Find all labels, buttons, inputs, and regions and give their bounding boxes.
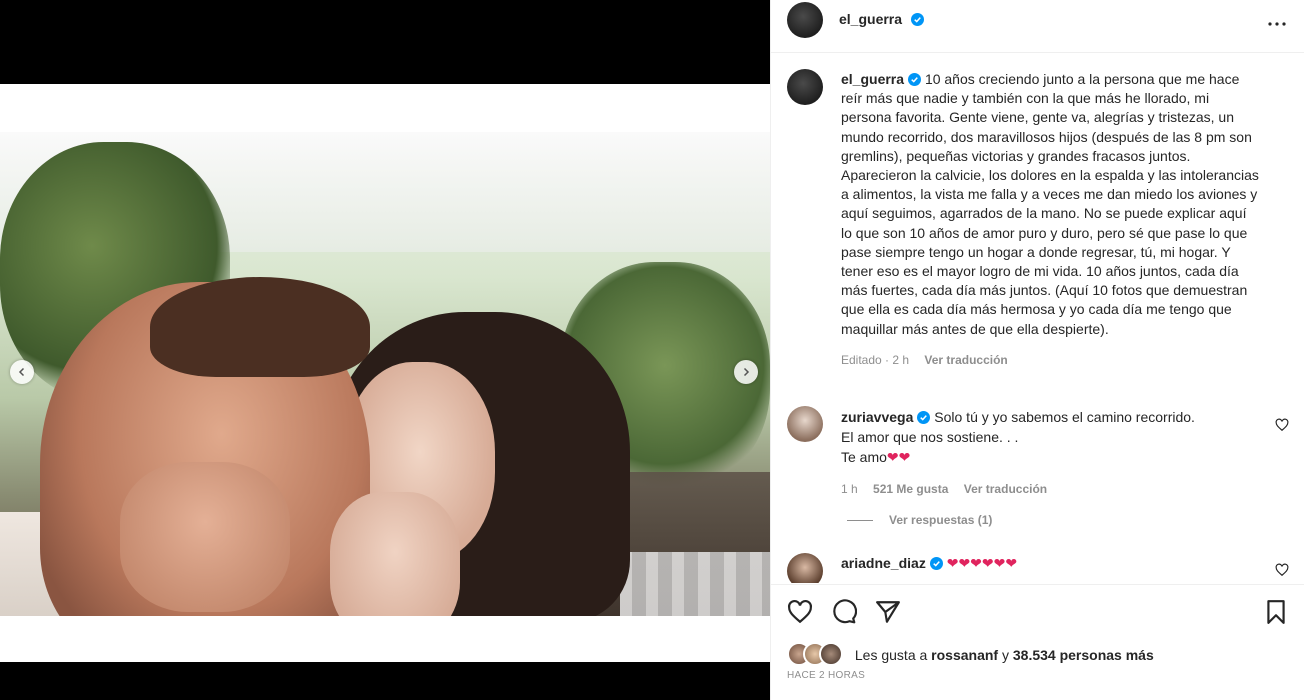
caption-author[interactable]: el_guerra [841, 71, 904, 87]
man-hair [150, 277, 370, 377]
white-chairs [620, 552, 770, 616]
comment-text-line3: Te amo [841, 449, 887, 465]
like-heart-icon[interactable] [787, 599, 813, 625]
caption: el_guerra 10 años creciendo junto a la p… [841, 70, 1261, 370]
comment-text-line2: El amor que nos sostiene. . . [841, 429, 1019, 445]
comment-likes[interactable]: 521 Me gusta [873, 482, 948, 496]
post-media [0, 0, 770, 700]
likes-others[interactable]: 38.534 personas más [1013, 647, 1154, 663]
caption-translate-link[interactable]: Ver traducción [924, 353, 1007, 367]
liker-avatar [819, 642, 843, 666]
verified-badge-icon [908, 73, 922, 86]
author-row: el_guerra [839, 11, 924, 29]
post-photo[interactable] [0, 132, 770, 616]
chevron-right-icon [743, 367, 750, 377]
comment-translate-link[interactable]: Ver traducción [964, 482, 1047, 496]
verified-badge-icon [917, 411, 931, 424]
view-replies-button[interactable]: Ver respuestas (1) [847, 513, 992, 527]
next-photo-button[interactable] [734, 360, 758, 384]
verified-badge-icon [929, 557, 943, 570]
likes-summary: Les gusta a rossananf y 38.534 personas … [787, 642, 1154, 666]
caption-edited: Editado · 2 h [841, 352, 910, 367]
woman-hand [330, 492, 460, 616]
post-timestamp[interactable]: HACE 2 HORAS [787, 670, 865, 681]
photo-frame [0, 84, 770, 662]
caption-meta: Editado · 2 h Ver traducción [841, 351, 1261, 370]
likes-user[interactable]: rossananf [931, 647, 998, 663]
more-horizontal-icon [1268, 22, 1286, 26]
replies-divider [847, 520, 873, 522]
share-send-icon[interactable] [875, 599, 901, 625]
comment-author[interactable]: ariadne_diaz [841, 555, 926, 571]
comment-hearts: ❤❤ [886, 449, 911, 465]
author-username[interactable]: el_guerra [839, 11, 902, 27]
post-header: el_guerra [771, 0, 1304, 53]
caption-avatar[interactable] [787, 69, 823, 105]
comment-author[interactable]: zuriavvega [841, 409, 913, 425]
post-actions [771, 584, 1304, 641]
prev-photo-button[interactable] [10, 360, 34, 384]
likes-prefix: Les gusta a [854, 647, 928, 663]
comment-item: zuriavvega Solo tú y yo sabemos el camin… [841, 407, 1261, 499]
likes-text: Les gusta a rossananf y 38.534 personas … [855, 647, 1154, 663]
comment-hearts: ❤❤❤❤❤❤ [946, 555, 1018, 571]
more-options-button[interactable] [1265, 12, 1289, 36]
author-avatar[interactable] [787, 2, 823, 38]
likes-conj: y [1001, 647, 1009, 663]
chevron-left-icon [18, 367, 25, 377]
like-comment-heart-icon[interactable] [1275, 563, 1289, 577]
verified-badge-icon [910, 13, 924, 26]
comment-avatar[interactable] [787, 553, 823, 583]
caption-text: 10 años creciendo junto a la persona que… [841, 71, 1259, 337]
bookmark-icon[interactable] [1263, 599, 1289, 625]
view-replies-label: Ver respuestas (1) [889, 513, 993, 527]
comment-meta: 1 h 521 Me gusta Ver traducción [841, 479, 1261, 499]
comment-time: 1 h [841, 482, 858, 496]
comment-item: ariadne_diaz ❤❤❤❤❤❤ [841, 553, 1261, 573]
comment-bubble-icon[interactable] [831, 599, 857, 625]
comment-avatar[interactable] [787, 406, 823, 442]
post-sidebar: el_guerra el_guerra 10 años creciendo ju… [770, 0, 1304, 700]
like-comment-heart-icon[interactable] [1275, 418, 1289, 432]
comments-area: el_guerra 10 años creciendo junto a la p… [771, 53, 1304, 583]
comment-text-line1: Solo tú y yo sabemos el camino recorrido… [934, 409, 1195, 425]
man-hand [120, 462, 290, 612]
